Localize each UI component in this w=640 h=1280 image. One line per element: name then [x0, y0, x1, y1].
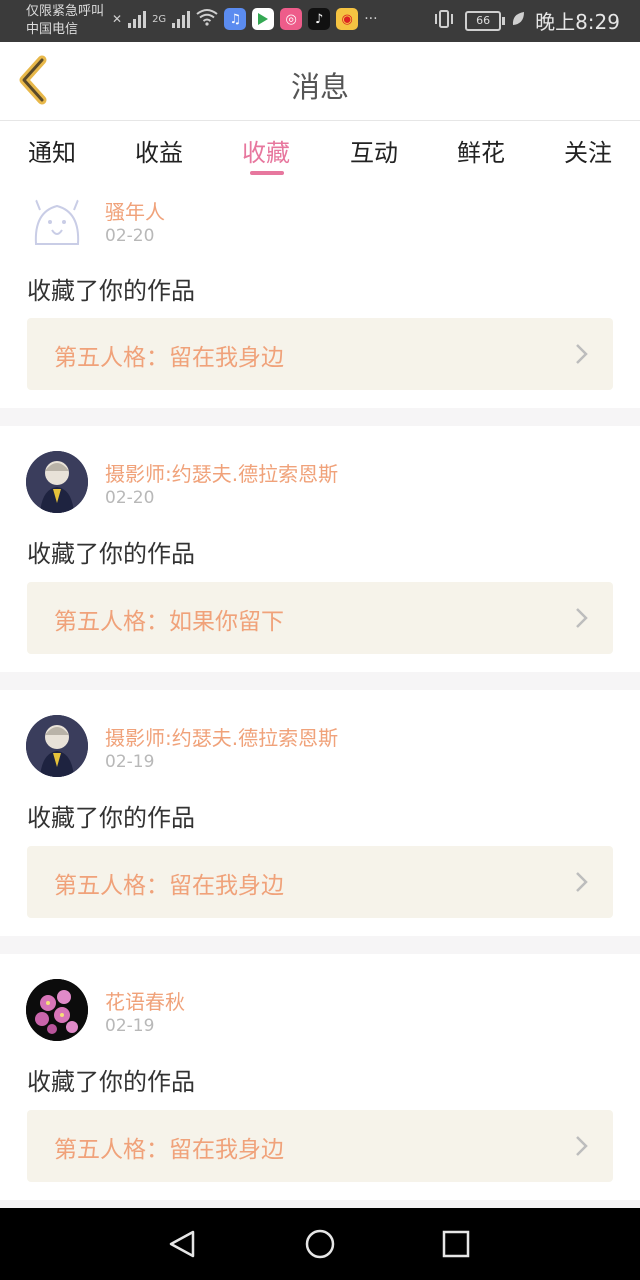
chevron-right-icon: [576, 1136, 588, 1156]
chevron-right-icon: [576, 608, 588, 628]
chevron-right-icon: [576, 344, 588, 364]
active-tab-indicator: [250, 171, 284, 175]
system-nav-bar: [0, 1208, 640, 1280]
nav-home-icon[interactable]: [302, 1226, 338, 1262]
username[interactable]: 花语春秋: [105, 986, 185, 1015]
wifi-icon: [196, 8, 218, 30]
signal-2-icon: [172, 10, 191, 28]
message-date: 02-19: [105, 1016, 155, 1036]
character-avatar-icon: [26, 451, 88, 513]
play-store-icon: [252, 8, 275, 30]
weibo-icon: ◉: [336, 8, 359, 30]
message-date: 02-19: [105, 752, 155, 772]
work-title: 第五人格：留在我身边: [54, 873, 284, 899]
battery-level: 66: [476, 13, 491, 27]
leaf-icon: [511, 11, 525, 31]
flower-avatar-icon: [26, 979, 88, 1041]
message-card: 花语春秋 02-19 收藏了你的作品 第五人格：留在我身边: [0, 954, 640, 1200]
emergency-text: 仅限紧急呼叫: [26, 4, 105, 19]
tab-notifications[interactable]: 通知: [12, 133, 92, 168]
work-title: 第五人格：留在我身边: [54, 1137, 284, 1163]
character-avatar-icon: [26, 715, 88, 777]
message-card: 摄影师:约瑟夫.德拉索恩斯 02-19 收藏了你的作品 第五人格：留在我身边: [0, 690, 640, 936]
message-action: 收藏了你的作品: [27, 540, 195, 568]
tab-earnings[interactable]: 收益: [119, 133, 199, 168]
nav-back-icon[interactable]: [165, 1226, 201, 1262]
page-title: 消息: [290, 70, 349, 104]
ghost-avatar-icon: [34, 199, 80, 245]
avatar[interactable]: [26, 715, 88, 777]
more-notifications-icon: ···: [364, 11, 378, 27]
carrier-name: 中国电信: [26, 22, 79, 37]
tab-bar: 通知 收益 收藏 互动 鲜花 关注: [0, 121, 640, 179]
username[interactable]: 摄影师:约瑟夫.德拉索恩斯: [105, 722, 338, 751]
status-left: 仅限紧急呼叫 中国电信: [26, 3, 104, 39]
message-date: 02-20: [105, 226, 155, 246]
message-card: 摄影师:约瑟夫.德拉索恩斯 02-20 收藏了你的作品 第五人格：如果你留下: [0, 426, 640, 672]
message-action: 收藏了你的作品: [27, 1068, 195, 1096]
tab-interactions[interactable]: 互动: [334, 133, 414, 168]
nav-recents-icon[interactable]: [438, 1226, 474, 1262]
music-app-icon: ♫: [224, 8, 247, 30]
avatar[interactable]: [26, 979, 88, 1041]
network-type: 2G: [152, 13, 167, 25]
status-icons: ✕ 2G ♫ ◎ ♪ ◉ ···: [112, 8, 378, 30]
tab-following[interactable]: 关注: [548, 133, 628, 168]
avatar[interactable]: [26, 192, 88, 254]
status-bar: 仅限紧急呼叫 中国电信 ✕ 2G ♫ ◎ ♪ ◉ ··· 66 晚上8:29: [0, 0, 640, 42]
message-date: 02-20: [105, 488, 155, 508]
tiktok-icon: ♪: [308, 8, 331, 30]
message-action: 收藏了你的作品: [27, 277, 195, 305]
work-link[interactable]: 第五人格：留在我身边: [27, 1110, 613, 1182]
tab-flowers[interactable]: 鲜花: [441, 133, 521, 168]
signal-1-icon: [128, 10, 147, 28]
divider: [0, 672, 640, 690]
divider: [0, 936, 640, 954]
work-link[interactable]: 第五人格：留在我身边: [27, 318, 613, 390]
avatar[interactable]: [26, 451, 88, 513]
message-card: 骚年人 02-20 收藏了你的作品 第五人格：留在我身边: [0, 180, 640, 408]
divider: [0, 1200, 640, 1208]
message-action: 收藏了你的作品: [27, 804, 195, 832]
pink-app-icon: ◎: [280, 8, 303, 30]
tab-favorites[interactable]: 收藏: [226, 133, 306, 168]
username[interactable]: 骚年人: [105, 196, 165, 225]
battery-icon: 66: [465, 10, 506, 31]
status-right: 66 晚上8:29: [433, 6, 620, 35]
chevron-right-icon: [576, 872, 588, 892]
app-header: 消息: [0, 42, 640, 121]
work-title: 第五人格：如果你留下: [54, 609, 284, 635]
no-sim-icon: ✕: [112, 12, 123, 26]
work-link[interactable]: 第五人格：留在我身边: [27, 846, 613, 918]
divider: [0, 408, 640, 426]
clock: 晚上8:29: [535, 10, 620, 34]
work-title: 第五人格：留在我身边: [54, 345, 284, 371]
username[interactable]: 摄影师:约瑟夫.德拉索恩斯: [105, 458, 338, 487]
vibrate-icon: [433, 9, 455, 33]
work-link[interactable]: 第五人格：如果你留下: [27, 582, 613, 654]
